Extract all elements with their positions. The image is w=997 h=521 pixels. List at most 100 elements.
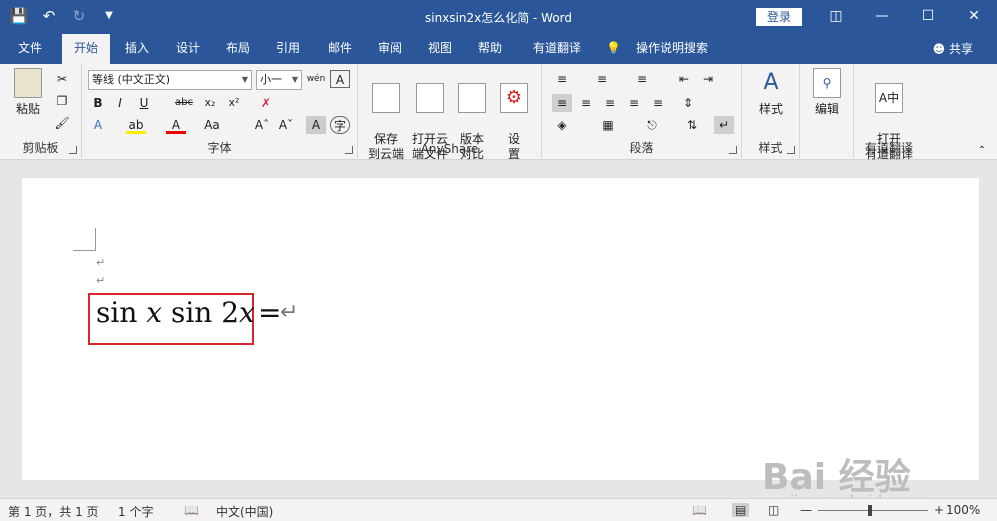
print-layout-icon[interactable]: ▤ bbox=[732, 503, 750, 517]
status-bar: 第 1 页，共 1 页 1 个字 📖 中文(中国) 📖 ▤ ◫ — + 100% bbox=[0, 498, 997, 521]
highlight-icon[interactable]: ab bbox=[126, 116, 146, 134]
collapse-ribbon-icon[interactable]: ⌃ bbox=[972, 142, 992, 160]
web-layout-icon[interactable]: ◫ bbox=[768, 503, 779, 517]
lightbulb-icon: 💡 bbox=[606, 41, 621, 55]
align-left-icon[interactable]: ≡ bbox=[552, 94, 572, 112]
tab-file[interactable]: 文件 bbox=[8, 34, 52, 64]
tab-review[interactable]: 审阅 bbox=[368, 34, 412, 64]
youdao-group: A中 打开 有道翻译 有道翻译 bbox=[854, 64, 924, 161]
tell-me-search[interactable]: 操作说明搜索 bbox=[626, 34, 718, 64]
paste-button[interactable]: 粘贴 bbox=[8, 68, 48, 117]
cut-icon[interactable]: ✂ bbox=[52, 70, 72, 88]
show-marks-icon[interactable]: ↵ bbox=[714, 116, 734, 134]
subscript-icon[interactable]: x₂ bbox=[200, 94, 220, 112]
styles-button[interactable]: A 样式 bbox=[748, 68, 794, 117]
align-center-icon[interactable]: ≡ bbox=[576, 94, 596, 112]
font-group: 等线 (中文正文) ▼ 小一 ▼ wén A B I U abc x₂ x² ✗ A… bbox=[82, 64, 358, 158]
italic-icon[interactable]: I bbox=[110, 94, 130, 112]
word-count[interactable]: 1 个字 bbox=[118, 503, 153, 520]
distributed-icon[interactable]: ≡ bbox=[648, 94, 668, 112]
cloud-upload-icon bbox=[372, 83, 400, 113]
ribbon-display-options-icon[interactable]: ◫ bbox=[813, 0, 859, 32]
tab-layout[interactable]: 布局 bbox=[216, 34, 260, 64]
zoom-out-icon[interactable]: — bbox=[800, 503, 812, 517]
read-mode-icon[interactable]: 📖 bbox=[692, 503, 707, 517]
styles-button-label: 样式 bbox=[758, 102, 783, 116]
document-page[interactable]: ↵ ↵ sin x sin 2x = ↵ Bai 经验 jingyan.baid… bbox=[22, 178, 979, 510]
chevron-down-icon: ▼ bbox=[291, 75, 298, 84]
tab-insert[interactable]: 插入 bbox=[114, 34, 160, 64]
underline-icon[interactable]: U bbox=[134, 94, 154, 112]
font-name-select[interactable]: 等线 (中文正文) ▼ bbox=[88, 70, 252, 90]
equals-sign: = bbox=[258, 296, 282, 329]
maximize-icon[interactable]: ☐ bbox=[905, 0, 951, 32]
font-name-value: 等线 (中文正文) bbox=[92, 73, 171, 86]
numbering-icon[interactable]: ≡ bbox=[592, 70, 612, 88]
tab-home[interactable]: 开始 bbox=[62, 34, 110, 64]
compare-icon bbox=[458, 83, 486, 113]
font-size-value: 小一 bbox=[260, 73, 282, 86]
sort-icon[interactable]: ⇅ bbox=[682, 116, 702, 134]
language-indicator[interactable]: 中文(中国) bbox=[216, 503, 273, 520]
search-icon: ⚲ bbox=[813, 68, 841, 98]
close-icon[interactable]: ✕ bbox=[951, 0, 997, 32]
superscript-icon[interactable]: x² bbox=[224, 94, 244, 112]
clipboard-group: 粘贴 ✂ ❐ 🖌 剪贴板 bbox=[0, 64, 82, 158]
bold-icon[interactable]: B bbox=[88, 94, 108, 112]
paragraph-launcher-icon[interactable] bbox=[729, 146, 737, 154]
paste-label: 粘贴 bbox=[15, 102, 40, 116]
tab-mailings[interactable]: 邮件 bbox=[318, 34, 362, 64]
borders-icon[interactable]: ▦ bbox=[598, 116, 618, 134]
bullets-icon[interactable]: ≡ bbox=[552, 70, 572, 88]
equation[interactable]: sin x sin 2x bbox=[96, 296, 255, 329]
zoom-in-icon[interactable]: + bbox=[934, 503, 944, 517]
asian-layout-icon[interactable]: ⎋ bbox=[642, 116, 662, 134]
decrease-indent-icon[interactable]: ⇤ bbox=[674, 70, 694, 88]
page-count[interactable]: 第 1 页，共 1 页 bbox=[8, 503, 99, 520]
paragraph-mark: ↵ bbox=[96, 256, 106, 269]
editing-button[interactable]: ⚲ 编辑 bbox=[806, 68, 848, 117]
grow-font-icon[interactable]: Aˆ bbox=[252, 116, 272, 134]
increase-indent-icon[interactable]: ⇥ bbox=[698, 70, 718, 88]
shrink-font-icon[interactable]: Aˇ bbox=[276, 116, 296, 134]
tab-references[interactable]: 引用 bbox=[266, 34, 310, 64]
clipboard-launcher-icon[interactable] bbox=[69, 146, 77, 154]
equation-var-x2: x bbox=[239, 296, 255, 329]
tab-youdao[interactable]: 有道翻译 bbox=[524, 34, 590, 64]
line-spacing-icon[interactable]: ⇕ bbox=[678, 94, 698, 112]
styles-icon: A bbox=[763, 70, 779, 95]
text-effects-icon[interactable]: A bbox=[88, 116, 108, 134]
zoom-slider[interactable] bbox=[818, 510, 928, 511]
minimize-icon[interactable]: — bbox=[859, 0, 905, 32]
font-color-icon[interactable]: A bbox=[166, 116, 186, 134]
align-right-icon[interactable]: ≡ bbox=[600, 94, 620, 112]
justify-icon[interactable]: ≡ bbox=[624, 94, 644, 112]
tab-design[interactable]: 设计 bbox=[166, 34, 210, 64]
equation-var-x: x bbox=[146, 296, 163, 329]
clear-formatting-icon[interactable]: ✗ bbox=[256, 94, 276, 112]
font-launcher-icon[interactable] bbox=[345, 146, 353, 154]
tab-help[interactable]: 帮助 bbox=[468, 34, 512, 64]
zoom-level[interactable]: 100% bbox=[946, 503, 980, 517]
character-border-icon[interactable]: A bbox=[330, 70, 350, 88]
character-shading-icon[interactable]: A bbox=[306, 116, 326, 134]
change-case-icon[interactable]: Aa bbox=[202, 116, 222, 134]
phonetic-guide-icon[interactable]: wén bbox=[306, 70, 326, 88]
person-icon: ☻ bbox=[932, 42, 949, 56]
enclose-character-icon[interactable]: 字 bbox=[330, 116, 350, 134]
font-size-select[interactable]: 小一 ▼ bbox=[256, 70, 302, 90]
multilevel-list-icon[interactable]: ≡ bbox=[632, 70, 652, 88]
equation-sin: sin bbox=[96, 296, 147, 329]
tab-view[interactable]: 视图 bbox=[418, 34, 462, 64]
strikethrough-icon[interactable]: abc bbox=[174, 94, 194, 112]
zoom-slider-thumb[interactable] bbox=[868, 505, 872, 516]
copy-icon[interactable]: ❐ bbox=[52, 92, 72, 110]
styles-launcher-icon[interactable] bbox=[787, 146, 795, 154]
paragraph-group-label: 段落 bbox=[629, 141, 654, 155]
login-button[interactable]: 登录 bbox=[756, 8, 802, 26]
shading-icon[interactable]: ◈ bbox=[552, 116, 572, 134]
share-button[interactable]: ☻ 共享 bbox=[933, 40, 973, 57]
editing-button-label: 编辑 bbox=[814, 102, 839, 116]
proofing-icon[interactable]: 📖 bbox=[184, 503, 199, 517]
format-painter-icon[interactable]: 🖌 bbox=[52, 114, 72, 132]
